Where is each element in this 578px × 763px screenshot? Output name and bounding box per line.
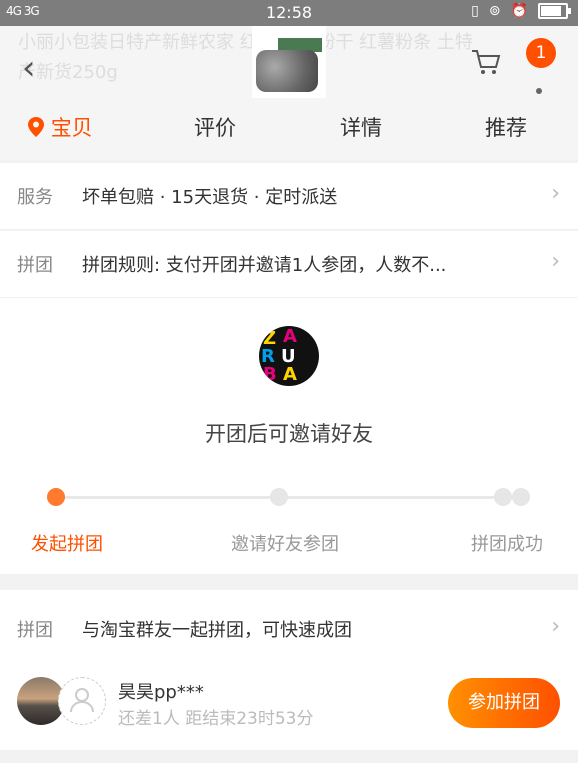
progress-track	[56, 496, 522, 499]
group-rule-value: 拼团规则: 支付开团并邀请1人参团，人数不...	[82, 255, 447, 276]
chevron-right-icon: ›	[551, 181, 560, 206]
empty-avatar-icon	[58, 677, 106, 725]
join-group-button[interactable]: 参加拼团	[448, 678, 560, 728]
alarm-icon: ⏰	[510, 3, 528, 19]
status-bar: 4G 3G 12:58 ▯ ⊚ ⏰	[0, 0, 578, 26]
invite-text: 开团后可邀请好友	[205, 422, 373, 446]
package-image	[256, 50, 318, 92]
lock-rotation-icon: ⊚	[488, 3, 501, 19]
tab-item[interactable]: 宝贝	[28, 112, 93, 142]
tab-label-details: 详情	[340, 116, 382, 140]
join-group-row[interactable]: 拼团 与淘宝群友一起拼团，可快速成团 ›	[0, 590, 578, 660]
step-node-start	[47, 488, 65, 506]
join-group-key: 拼团	[17, 620, 53, 641]
join-group-section: 拼团 与淘宝群友一起拼团，可快速成团 › 昊昊pp*** 还差1人 距结束23时…	[0, 590, 578, 750]
step-label-invite: 邀请好友参团	[231, 534, 339, 555]
status-icons: ▯ ⊚ ⏰	[471, 3, 571, 19]
shop-logo: Z A R U B A	[259, 326, 319, 386]
step-node-success-b	[512, 488, 530, 506]
vibrate-icon: ▯	[471, 3, 479, 19]
location-pin-icon	[28, 117, 44, 137]
top-bar: 小丽小包装日特产新鲜农家 红薯粉丝 粉干 红薯粉条 土特产新货250g ‹ 1 …	[0, 26, 578, 160]
back-button[interactable]: ‹	[22, 48, 36, 88]
product-thumbnail[interactable]	[252, 26, 326, 98]
message-badge[interactable]: 1	[526, 38, 556, 68]
chevron-right-icon: ›	[551, 249, 560, 274]
more-menu-icon[interactable]	[536, 88, 542, 94]
chevron-right-icon: ›	[551, 614, 560, 639]
tab-label-reviews: 评价	[194, 116, 236, 140]
service-key: 服务	[17, 187, 53, 208]
join-group-value: 与淘宝群友一起拼团，可快速成团	[82, 620, 352, 641]
step-label-start: 发起拼团	[31, 534, 103, 555]
step-node-success-a	[494, 488, 512, 506]
group-rule-key: 拼团	[17, 255, 53, 276]
group-rule-row[interactable]: 拼团 拼团规则: 支付开团并邀请1人参团，人数不... ›	[0, 231, 578, 297]
step-label-success: 拼团成功	[471, 534, 543, 555]
tab-bar: 宝贝 评价 详情 推荐	[0, 108, 578, 148]
tab-label-recommend: 推荐	[485, 116, 527, 140]
service-row[interactable]: 服务 坏单包赔 · 15天退货 · 定时派送 ›	[0, 163, 578, 229]
battery-icon	[538, 3, 571, 19]
group-progress: Z A R U B A 开团后可邀请好友 发起拼团 邀请好友参团 拼团成功	[0, 298, 578, 574]
tab-reviews[interactable]: 评价	[194, 112, 236, 142]
group-remaining-time: 还差1人 距结束23时53分	[118, 709, 314, 729]
tab-label-item: 宝贝	[50, 116, 93, 140]
tab-details[interactable]: 详情	[340, 112, 382, 142]
step-node-invite	[270, 488, 288, 506]
tab-recommend[interactable]: 推荐	[485, 112, 527, 142]
service-value: 坏单包赔 · 15天退货 · 定时派送	[82, 187, 338, 208]
group-user-name: 昊昊pp***	[118, 682, 204, 703]
cart-icon[interactable]	[470, 46, 502, 78]
